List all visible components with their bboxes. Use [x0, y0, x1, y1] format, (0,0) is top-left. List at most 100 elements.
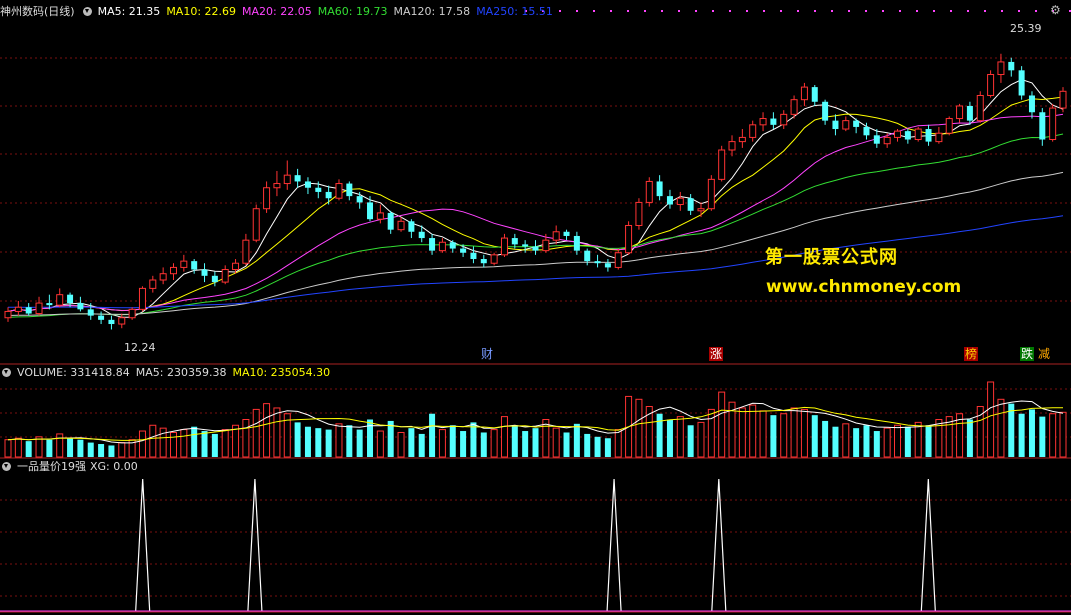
candle-body: [666, 196, 673, 205]
candle-body: [169, 266, 177, 275]
volume-bar: [304, 426, 311, 457]
volume-bar: [522, 431, 529, 457]
volume-bar: [563, 432, 570, 457]
indicator-title[interactable]: 一品量价19强: [17, 460, 86, 473]
candle-body: [614, 252, 622, 268]
candle-body: [367, 202, 374, 220]
candle-body: [346, 183, 353, 197]
candle-body: [221, 269, 229, 283]
candle-body: [242, 239, 250, 264]
volume-bar: [666, 419, 673, 457]
volume-bar: [4, 439, 12, 458]
candle-body: [283, 174, 291, 185]
marker-dot: [763, 10, 765, 12]
candle-body: [987, 74, 995, 96]
ma-legend: MA5: 21.35 MA10: 22.69 MA20: 22.05 MA60: 19…: [98, 5, 559, 18]
marker-dot: [746, 10, 748, 12]
volume-bar: [242, 419, 250, 458]
candle-body: [635, 201, 643, 226]
volume-bar: [707, 408, 715, 458]
volume-bar: [46, 439, 53, 457]
volume-bar: [542, 419, 550, 458]
volume-bar: [315, 428, 322, 457]
marker-dot: [1035, 10, 1037, 12]
marker-dot: [593, 10, 595, 12]
volume-bar: [780, 413, 788, 458]
volume-bar: [418, 433, 425, 457]
candle-body: [697, 208, 705, 212]
volume-bar: [863, 425, 870, 457]
event-tag-cai[interactable]: 财: [480, 347, 494, 361]
candle-body: [128, 308, 136, 319]
stock-name[interactable]: 神州数码(日线): [0, 5, 75, 18]
marker-dot: [814, 10, 816, 12]
candle-body: [532, 246, 539, 251]
volume-bar: [759, 410, 767, 458]
candle-body: [480, 259, 487, 264]
candle-body: [594, 261, 601, 264]
candle-body: [252, 208, 260, 241]
volume-bar: [490, 429, 498, 458]
candle-body: [304, 181, 311, 188]
candle-body: [563, 231, 570, 236]
ma-legend-item: MA5: 21.35: [97, 5, 161, 18]
marker-dot: [831, 10, 833, 12]
candle-body: [180, 260, 188, 268]
candle-body: [418, 231, 425, 239]
volume-bar: [738, 407, 746, 458]
event-tag-jian[interactable]: 减: [1037, 347, 1051, 361]
volume-bar: [108, 445, 115, 457]
candle-body: [800, 86, 808, 101]
volume-bar: [594, 436, 601, 457]
volume-bar: [584, 433, 591, 457]
marker-dot: [1018, 10, 1020, 12]
candle-body: [35, 302, 43, 315]
candle-body: [738, 136, 746, 143]
volume-bar: [770, 415, 777, 457]
volume-bar: [966, 419, 973, 457]
volume-bar: [604, 438, 611, 457]
volume-bar: [376, 430, 384, 458]
marker-dot: [967, 10, 969, 12]
volume-bar: [294, 422, 301, 457]
candle-body: [201, 269, 208, 276]
event-tag-zhang[interactable]: 涨: [709, 347, 724, 361]
volume-panel-header: VOLUME: 331418.84 MA5: 230359.38 MA10: 235…: [0, 364, 336, 382]
candle-body: [584, 250, 591, 262]
indicator-dropdown-icon[interactable]: [2, 462, 11, 471]
candle-body: [511, 238, 518, 245]
volume-bar: [800, 408, 808, 458]
volume-bar: [346, 425, 353, 457]
volume-bar: [697, 421, 705, 458]
volume-bar: [987, 381, 995, 458]
settings-gear-icon[interactable]: ⚙: [1050, 3, 1061, 17]
volume-bar: [211, 433, 218, 457]
candle-body: [718, 149, 726, 180]
candle-body: [46, 303, 53, 306]
candle-body: [232, 262, 240, 271]
candle-body: [1028, 95, 1035, 113]
volume-dropdown-icon[interactable]: [2, 368, 11, 377]
marker-dot: [610, 10, 612, 12]
indicator-panel-header: 一品量价19强 XG: 0.00: [0, 458, 144, 476]
volume-bar: [532, 428, 539, 457]
candle-body: [429, 238, 436, 251]
volume-bar: [273, 407, 281, 458]
volume-bar: [397, 431, 405, 458]
candle-body: [956, 105, 964, 120]
volume-bar: [480, 432, 487, 457]
volume-title: VOLUME: 331418.84: [17, 366, 130, 379]
volume-bar: [1039, 416, 1046, 457]
event-tag-die[interactable]: 跌: [1020, 347, 1035, 361]
ma-legend-item: MA250: 15.51: [476, 5, 553, 18]
candle-body: [687, 198, 694, 211]
marker-dot: [882, 10, 884, 12]
event-tag-bang[interactable]: 榜: [964, 347, 979, 361]
volume-bar: [925, 425, 932, 457]
volume-bar: [1028, 409, 1035, 457]
signal-spike: [135, 478, 151, 612]
candle-body: [14, 306, 22, 312]
indicator-xg: XG: 0.00: [90, 460, 138, 473]
marker-dot: [950, 10, 952, 12]
dropdown-icon[interactable]: [82, 7, 92, 16]
